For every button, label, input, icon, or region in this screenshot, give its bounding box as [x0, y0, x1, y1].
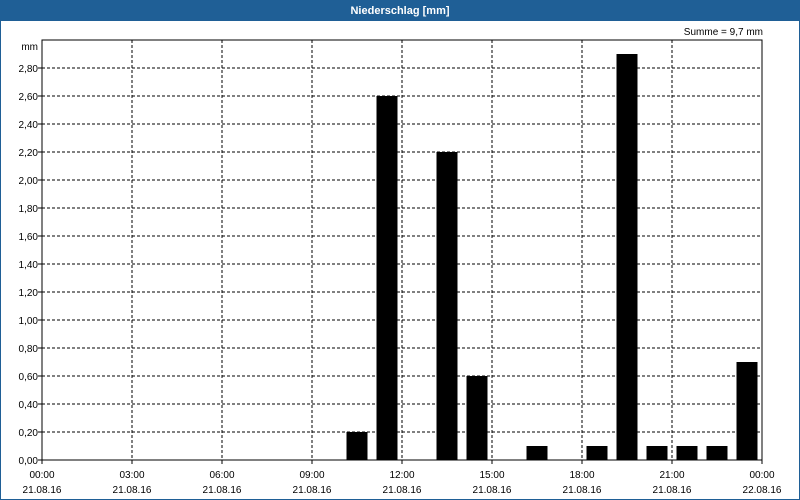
bar	[466, 376, 488, 460]
y-tick-label: 2,80	[19, 64, 39, 75]
y-tick-label: 0,20	[19, 428, 39, 439]
y-tick-label: 0,80	[19, 344, 39, 355]
y-tick-label: 1,00	[19, 316, 39, 327]
y-axis-label: mm	[21, 42, 38, 53]
bar	[526, 446, 548, 460]
x-tick-label-date: 22.08.16	[743, 485, 782, 496]
bar	[646, 446, 668, 460]
y-tick-label: 1,40	[19, 260, 39, 271]
x-tick-label-date: 21.08.16	[473, 485, 512, 496]
y-tick-label: 2,40	[19, 120, 39, 131]
x-tick-label-time: 12:00	[389, 470, 414, 481]
x-tick-label-date: 21.08.16	[23, 485, 62, 496]
x-tick-label-time: 09:00	[299, 470, 324, 481]
bar	[736, 362, 758, 460]
bar	[376, 96, 398, 460]
y-tick-label: 2,20	[19, 148, 39, 159]
bar	[676, 446, 698, 460]
x-tick-label-time: 03:00	[119, 470, 144, 481]
x-tick-label-date: 21.08.16	[653, 485, 692, 496]
bar-chart: 0,00 0,20 0,40 0,60 0,80 1,00 1,20 1,40 1,60 1,80…	[19, 39, 782, 496]
x-tick-label-time: 06:00	[209, 470, 234, 481]
y-tick-label: 0,00	[19, 456, 39, 467]
x-tick-label-date: 21.08.16	[113, 485, 152, 496]
bar	[706, 446, 728, 460]
x-tick-label-time: 00:00	[29, 470, 54, 481]
x-tick-label-date: 21.08.16	[203, 485, 242, 496]
x-tick-label-time: 15:00	[479, 470, 504, 481]
y-tick-label: 1,60	[19, 232, 39, 243]
y-tick-label: 1,80	[19, 204, 39, 215]
x-tick-label-date: 21.08.16	[383, 485, 422, 496]
bar	[346, 432, 368, 460]
x-tick-label-date: 21.08.16	[293, 485, 332, 496]
x-tick-label-date: 21.08.16	[563, 485, 602, 496]
bar	[586, 446, 608, 460]
y-tick-label: 2,60	[19, 92, 39, 103]
y-tick-label: 2,00	[19, 176, 39, 187]
bar	[436, 152, 458, 460]
y-tick-label: 1,20	[19, 288, 39, 299]
x-tick-label-time: 18:00	[569, 470, 594, 481]
x-tick-label-time: 00:00	[749, 470, 774, 481]
y-tick-label: 0,40	[19, 400, 39, 411]
x-tick-label-time: 21:00	[659, 470, 684, 481]
y-tick-label: 0,60	[19, 372, 39, 383]
bar	[616, 54, 638, 460]
